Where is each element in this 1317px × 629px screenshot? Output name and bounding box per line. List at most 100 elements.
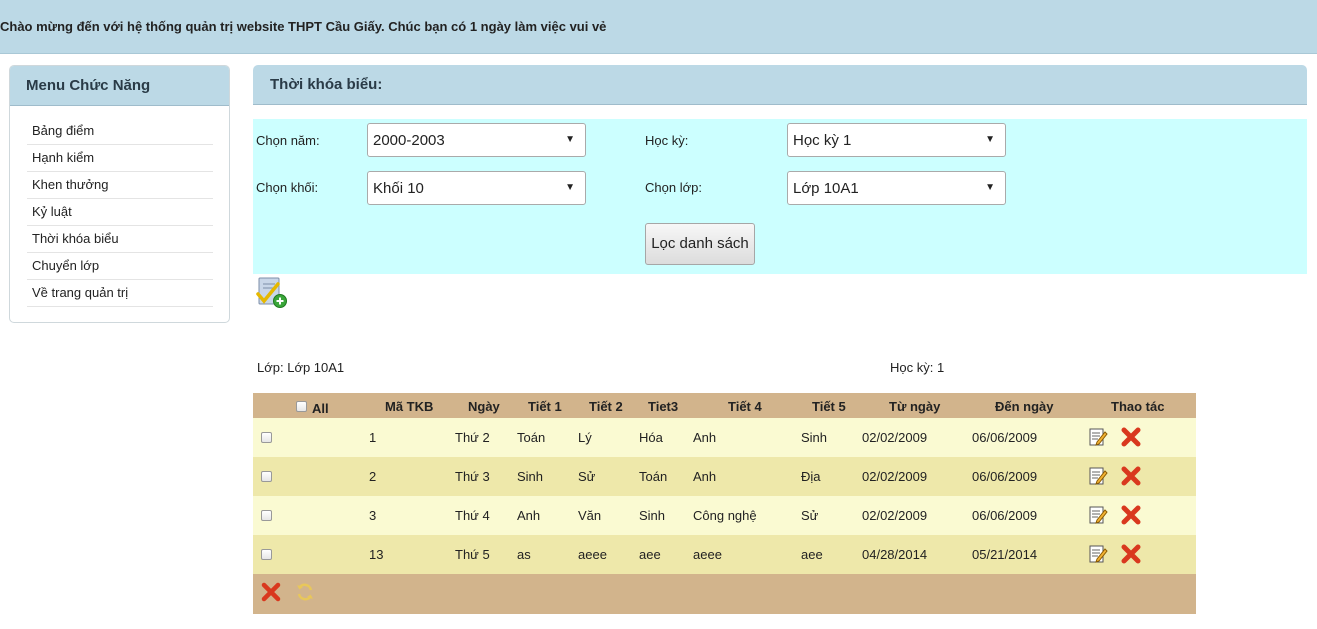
year-select[interactable]: 2000-2003 ▼ [367, 123, 586, 157]
filter-panel: Chọn năm: 2000-2003 ▼ Học kỳ: Học kỳ 1 ▼… [253, 119, 1307, 274]
cell-tiet1: Toán [517, 430, 546, 445]
row-checkbox[interactable] [261, 471, 272, 482]
chevron-down-icon: ▼ [565, 182, 575, 193]
cell-tiet2: aeee [578, 547, 607, 562]
class-select[interactable]: Lớp 10A1 ▼ [787, 171, 1006, 205]
table-row: 13 Thứ 5 as aeee aee aeee aee 04/28/2014… [253, 535, 1196, 574]
cell-ngay: Thứ 3 [455, 469, 490, 484]
panel-header: Thời khóa biểu: [253, 65, 1307, 105]
sidebar-menu: Menu Chức Năng Bảng điểm Hạnh kiểm Khen … [9, 65, 230, 323]
header-tiet5: Tiết 5 [812, 399, 846, 414]
cell-tiet2: Sử [578, 469, 596, 484]
cell-tiet5: Địa [801, 469, 821, 484]
header-ma-tkb: Mã TKB [385, 399, 434, 414]
grade-label: Chọn khối: [256, 180, 319, 195]
cell-ngay: Thứ 5 [455, 547, 490, 562]
cell-tiet3: aee [639, 547, 661, 562]
sidebar-header: Menu Chức Năng [10, 66, 229, 106]
cell-den-ngay: 06/06/2009 [972, 469, 1038, 484]
cell-ma-tkb: 2 [369, 469, 377, 484]
cell-tiet4: aeee [693, 547, 722, 562]
cell-tu-ngay: 02/02/2009 [862, 430, 928, 445]
row-checkbox[interactable] [261, 432, 272, 443]
sidebar-item-thoi-khoa-bieu[interactable]: Thời khóa biểu [27, 227, 213, 253]
delete-icon[interactable] [1120, 426, 1142, 448]
cell-ma-tkb: 13 [369, 547, 384, 562]
schedule-table: All Mã TKB Ngày Tiết 1 Tiết 2 Tiet3 Tiết… [253, 393, 1196, 614]
cell-tiet4: Anh [693, 430, 717, 445]
year-label: Chọn năm: [256, 133, 320, 148]
sidebar-list: Bảng điểm Hạnh kiểm Khen thưởng Kỷ luật … [27, 119, 213, 308]
cell-tiet3: Toán [639, 469, 668, 484]
header-tu-ngay: Từ ngày [889, 399, 941, 414]
semester-info: Học kỳ: 1 [890, 360, 945, 375]
cell-tiet5: Sinh [801, 430, 828, 445]
edit-icon[interactable] [1088, 466, 1108, 486]
delete-icon[interactable] [1120, 465, 1142, 487]
semester-label: Học kỳ: [645, 133, 689, 148]
delete-selected-icon[interactable] [261, 582, 281, 602]
semester-select-value: Học kỳ 1 [793, 132, 852, 149]
table-header: All Mã TKB Ngày Tiết 1 Tiết 2 Tiet3 Tiết… [253, 393, 1196, 418]
cell-den-ngay: 06/06/2009 [972, 508, 1038, 523]
grade-select-value: Khối 10 [373, 180, 424, 197]
header-tiet1: Tiết 1 [528, 399, 562, 414]
edit-icon[interactable] [1088, 505, 1108, 525]
sidebar-item-ky-luat[interactable]: Kỷ luật [27, 200, 213, 226]
cell-den-ngay: 05/21/2014 [972, 547, 1038, 562]
page-title: Thời khóa biểu: [270, 76, 383, 93]
year-select-value: 2000-2003 [373, 132, 445, 149]
delete-icon[interactable] [1120, 504, 1142, 526]
cell-ngay: Thứ 2 [455, 430, 490, 445]
cell-tiet2: Văn [578, 508, 602, 523]
cell-tu-ngay: 02/02/2009 [862, 469, 928, 484]
header-thao-tac: Thao tác [1111, 399, 1165, 414]
cell-tiet3: Sinh [639, 508, 666, 523]
chevron-down-icon: ▼ [565, 134, 575, 145]
cell-tu-ngay: 02/02/2009 [862, 508, 928, 523]
cell-ngay: Thứ 4 [455, 508, 490, 523]
sidebar-item-hanh-kiem[interactable]: Hạnh kiểm [27, 146, 213, 172]
delete-icon[interactable] [1120, 543, 1142, 565]
row-checkbox[interactable] [261, 510, 272, 521]
add-schedule-icon[interactable] [256, 276, 288, 310]
cell-tiet4: Công nghệ [693, 508, 757, 523]
class-label: Chọn lớp: [645, 180, 702, 195]
table-row: 1 Thứ 2 Toán Lý Hóa Anh Sinh 02/02/2009 … [253, 418, 1196, 457]
refresh-icon[interactable] [295, 582, 315, 602]
cell-tiet1: Anh [517, 508, 541, 523]
chevron-down-icon: ▼ [985, 182, 995, 193]
sidebar-title: Menu Chức Năng [26, 77, 151, 94]
sidebar-item-chuyen-lop[interactable]: Chuyển lớp [27, 254, 213, 280]
cell-ma-tkb: 1 [369, 430, 377, 445]
class-select-value: Lớp 10A1 [793, 180, 859, 197]
edit-icon[interactable] [1088, 427, 1108, 447]
table-row: 2 Thứ 3 Sinh Sử Toán Anh Địa 02/02/2009 … [253, 457, 1196, 496]
semester-select[interactable]: Học kỳ 1 ▼ [787, 123, 1006, 157]
filter-button[interactable]: Lọc danh sách [645, 223, 755, 265]
cell-tiet2: Lý [578, 430, 592, 445]
cell-tiet4: Anh [693, 469, 717, 484]
cell-tiet5: aee [801, 547, 823, 562]
table-row: 3 Thứ 4 Anh Văn Sinh Công nghệ Sử 02/02/… [253, 496, 1196, 535]
cell-tu-ngay: 04/28/2014 [862, 547, 928, 562]
header-tiet3: Tiet3 [648, 399, 679, 414]
cell-tiet1: Sinh [517, 469, 544, 484]
header-tiet2: Tiết 2 [589, 399, 623, 414]
header-all: All [312, 401, 329, 416]
sidebar-item-khen-thuong[interactable]: Khen thưởng [27, 173, 213, 199]
grade-select[interactable]: Khối 10 ▼ [367, 171, 586, 205]
cell-tiet5: Sử [801, 508, 819, 523]
select-all-checkbox[interactable] [296, 401, 307, 412]
header-ngay: Ngày [468, 399, 500, 414]
row-checkbox[interactable] [261, 549, 272, 560]
chevron-down-icon: ▼ [985, 134, 995, 145]
sidebar-item-bang-diem[interactable]: Bảng điểm [27, 119, 213, 145]
sidebar-item-ve-trang-quan-tri[interactable]: Về trang quản trị [27, 281, 213, 307]
cell-ma-tkb: 3 [369, 508, 377, 523]
class-info: Lớp: Lớp 10A1 [257, 360, 345, 375]
cell-tiet3: Hóa [639, 430, 663, 445]
edit-icon[interactable] [1088, 544, 1108, 564]
cell-tiet1: as [517, 547, 531, 562]
welcome-message: Chào mừng đến với hệ thống quản trị webs… [0, 19, 607, 34]
